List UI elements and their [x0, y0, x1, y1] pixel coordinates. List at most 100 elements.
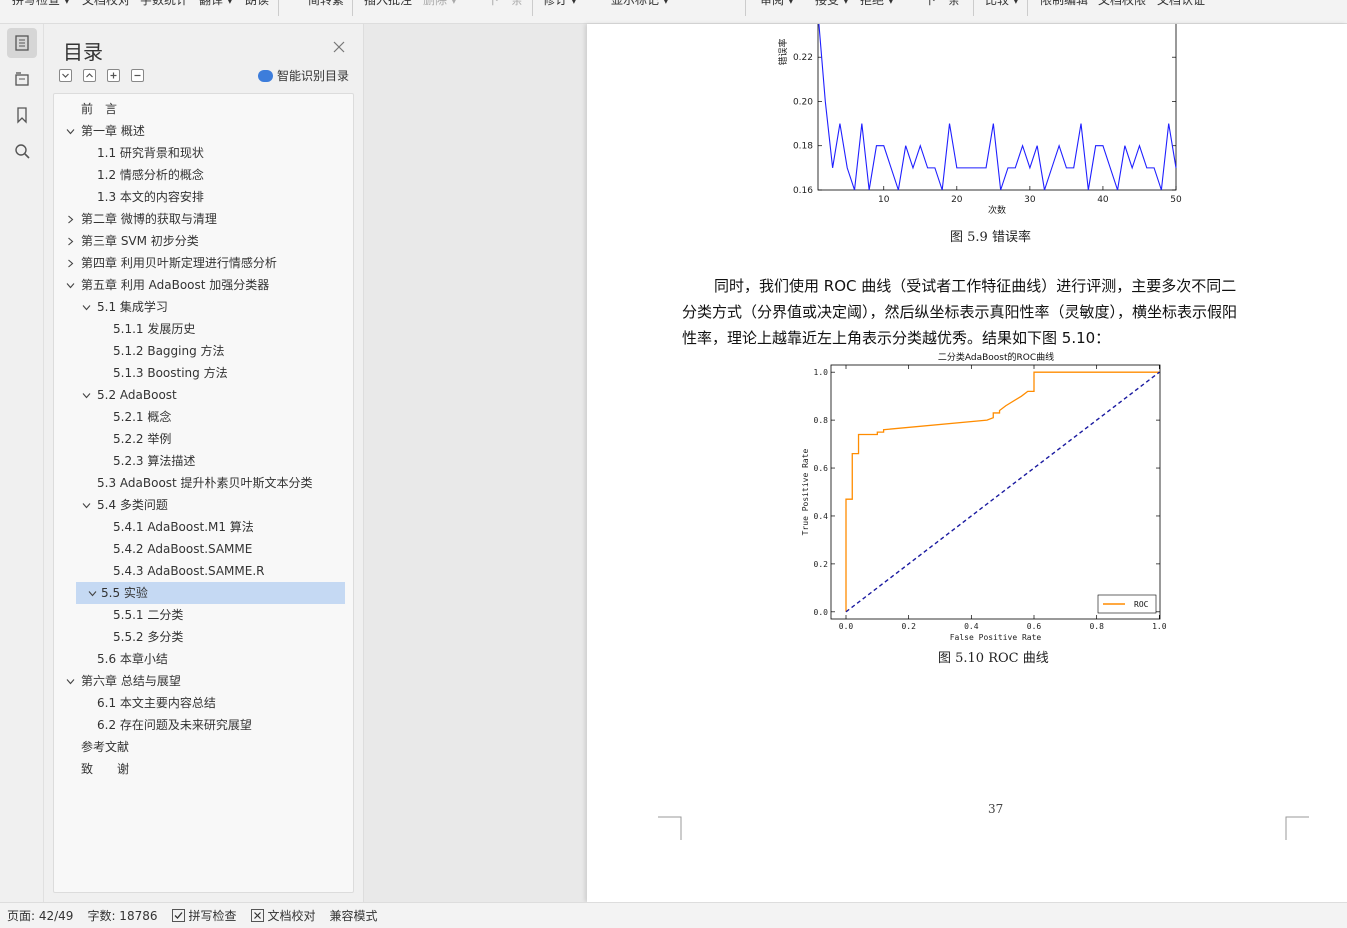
- word-count[interactable]: 字数: 18786: [80, 907, 164, 924]
- toolbar-item[interactable]: 插入批注: [364, 0, 412, 7]
- collapse-all-button[interactable]: [59, 69, 72, 82]
- toc-item[interactable]: 5.1 集成学习: [54, 296, 353, 318]
- chevron-down-icon[interactable]: [82, 391, 91, 400]
- toc-item[interactable]: 5.4.3 AdaBoost.SAMME.R: [54, 560, 353, 582]
- smart-toc-button[interactable]: 智能识别目录: [258, 67, 349, 84]
- toolbar-item[interactable]: 限制编辑: [1040, 0, 1088, 7]
- toc-item[interactable]: 5.1.3 Boosting 方法: [54, 362, 353, 384]
- toc-item[interactable]: 第一章 概述: [54, 120, 353, 142]
- close-icon[interactable]: [332, 40, 346, 54]
- spell-check-status[interactable]: 拼写检查: [165, 907, 244, 924]
- toolbar-item[interactable]: 下一条: [487, 0, 523, 7]
- toolbar-item[interactable]: 删除 ▾: [423, 0, 457, 7]
- bookmark-button[interactable]: [7, 100, 37, 130]
- figure-5-10-caption: 图 5.10 ROC 曲线: [938, 651, 1049, 666]
- toc-item[interactable]: 第二章 微博的获取与清理: [54, 208, 353, 230]
- x-tick-label: 0.4: [964, 622, 979, 631]
- toolbar-item[interactable]: 比较 ▾: [985, 0, 1019, 7]
- toc-item[interactable]: 6.2 存在问题及未来研究展望: [54, 714, 353, 736]
- toc-item[interactable]: 致 谢: [54, 758, 353, 780]
- chapter-nav-button[interactable]: [7, 64, 37, 94]
- toc-item[interactable]: 参考文献: [54, 736, 353, 758]
- toc-item[interactable]: 1.1 研究背景和现状: [54, 142, 353, 164]
- toc-item[interactable]: 5.1.2 Bagging 方法: [54, 340, 353, 362]
- x-tick-label: 10: [878, 195, 890, 205]
- toc-item[interactable]: 1.3 本文的内容安排: [54, 186, 353, 208]
- plus-icon: [110, 72, 117, 79]
- error-rate-line: [818, 24, 1177, 191]
- toolbar-separator: [1027, 0, 1028, 16]
- chevron-down-icon[interactable]: [66, 127, 75, 136]
- toc-item-label: 第四章 利用贝叶斯定理进行情感分析: [81, 256, 277, 270]
- figure-5-9-caption: 图 5.9 错误率: [950, 230, 1031, 245]
- toolbar-item[interactable]: 朗读: [245, 0, 269, 7]
- chevron-right-icon[interactable]: [66, 259, 75, 268]
- toc-item-label: 5.1 集成学习: [97, 300, 168, 314]
- paragraph-line-2: 分类方式（分界值或决定阈），然后纵坐标表示真阳性率（灵敏度），横坐标表示假阳: [682, 303, 1238, 321]
- y-tick-label: 0.16: [793, 186, 813, 196]
- chevron-down-icon[interactable]: [82, 303, 91, 312]
- toc-item-label: 5.4 多类问题: [97, 498, 168, 512]
- remove-heading-button[interactable]: [131, 69, 144, 82]
- page-indicator[interactable]: 页面: 42/49: [0, 907, 80, 924]
- toc-item[interactable]: 5.2.1 概念: [54, 406, 353, 428]
- toc-item-label: 5.4.1 AdaBoost.M1 算法: [113, 520, 254, 534]
- toc-item[interactable]: 1.2 情感分析的概念: [54, 164, 353, 186]
- toc-item[interactable]: 第六章 总结与展望: [54, 670, 353, 692]
- toc-tools: [59, 69, 144, 82]
- search-button[interactable]: [7, 136, 37, 166]
- toc-item[interactable]: 5.2.2 举例: [54, 428, 353, 450]
- toc-item-label: 5.5 实验: [101, 586, 148, 600]
- toolbar-item[interactable]: 下一条: [924, 0, 960, 7]
- toc-item[interactable]: 6.1 本文主要内容总结: [54, 692, 353, 714]
- x-tick-label: 0.0: [839, 622, 854, 631]
- toc-item[interactable]: 5.4 多类问题: [54, 494, 353, 516]
- toolbar-item[interactable]: 拼写检查 ▾: [12, 0, 70, 7]
- toolbar-item[interactable]: 字数统计: [140, 0, 188, 7]
- toolbar-item[interactable]: 拒绝 ▾: [860, 0, 894, 7]
- chapter-icon: [15, 72, 29, 86]
- add-heading-button[interactable]: [107, 69, 120, 82]
- toc-item[interactable]: 5.6 本章小结: [54, 648, 353, 670]
- toc-item[interactable]: 第四章 利用贝叶斯定理进行情感分析: [54, 252, 353, 274]
- toc-item[interactable]: 5.4.1 AdaBoost.M1 算法: [54, 516, 353, 538]
- toc-panel-button[interactable]: [7, 28, 37, 58]
- toc-item[interactable]: 5.2.3 算法描述: [54, 450, 353, 472]
- chevron-right-icon[interactable]: [66, 215, 75, 224]
- toolbar-item[interactable]: 简转繁: [308, 0, 344, 7]
- compat-mode[interactable]: 兼容模式: [323, 907, 385, 924]
- toc-item[interactable]: 第五章 利用 AdaBoost 加强分类器: [54, 274, 353, 296]
- chevron-down-icon[interactable]: [66, 281, 75, 290]
- toc-item[interactable]: 第三章 SVM 初步分类: [54, 230, 353, 252]
- expand-all-button[interactable]: [83, 69, 96, 82]
- proofread-status[interactable]: 文档校对: [244, 907, 323, 924]
- paragraph-line-1: 同时，我们使用 ROC 曲线（受试者工作特征曲线）进行评测，主要多次不同二: [714, 277, 1237, 295]
- toc-item[interactable]: 5.3 AdaBoost 提升朴素贝叶斯文本分类: [54, 472, 353, 494]
- toolbar-item[interactable]: 显示标记 ▾: [611, 0, 669, 7]
- toc-item[interactable]: 前 言: [54, 98, 353, 120]
- ribbon-toolbar: 拼写检查 ▾ 文档校对 字数统计 翻译 ▾ 朗读 简转繁 插入批注 删除 ▾ 下一条 修订 ▾ 显示…: [0, 0, 1347, 24]
- toc-item[interactable]: 5.5.1 二分类: [54, 604, 353, 626]
- toolbar-item[interactable]: 文档权限: [1098, 0, 1146, 7]
- toolbar-item[interactable]: 文档校对: [82, 0, 130, 7]
- chevron-down-icon[interactable]: [66, 677, 75, 686]
- toc-item[interactable]: 5.5.2 多分类: [54, 626, 353, 648]
- chevron-right-icon[interactable]: [66, 237, 75, 246]
- y-tick-label: 0.6: [814, 464, 829, 473]
- chevron-down-icon[interactable]: [88, 589, 97, 598]
- chevron-down-icon[interactable]: [82, 501, 91, 510]
- toolbar-item[interactable]: 接受 ▾: [815, 0, 849, 7]
- left-rail: [0, 24, 44, 902]
- toolbar-item[interactable]: 文档认证: [1157, 0, 1205, 7]
- toc-item[interactable]: 5.4.2 AdaBoost.SAMME: [54, 538, 353, 560]
- toolbar-item[interactable]: 翻译 ▾: [199, 0, 233, 7]
- x-tick-label: 40: [1097, 195, 1109, 205]
- toolbar-separator: [973, 0, 974, 16]
- toolbar-item[interactable]: 修订 ▾: [543, 0, 577, 7]
- legend-label: ROC: [1134, 600, 1149, 609]
- toc-item[interactable]: 5.2 AdaBoost: [54, 384, 353, 406]
- roc-chart: 二分类AdaBoost的ROC曲线 0.0 0.2 0.4 0.6 0.8 1.0 0.0 0.…: [801, 351, 1167, 642]
- toc-item[interactable]: 5.1.1 发展历史: [54, 318, 353, 340]
- toolbar-item[interactable]: 审阅 ▾: [760, 0, 794, 7]
- toc-item[interactable]: 5.5 实验: [76, 582, 345, 604]
